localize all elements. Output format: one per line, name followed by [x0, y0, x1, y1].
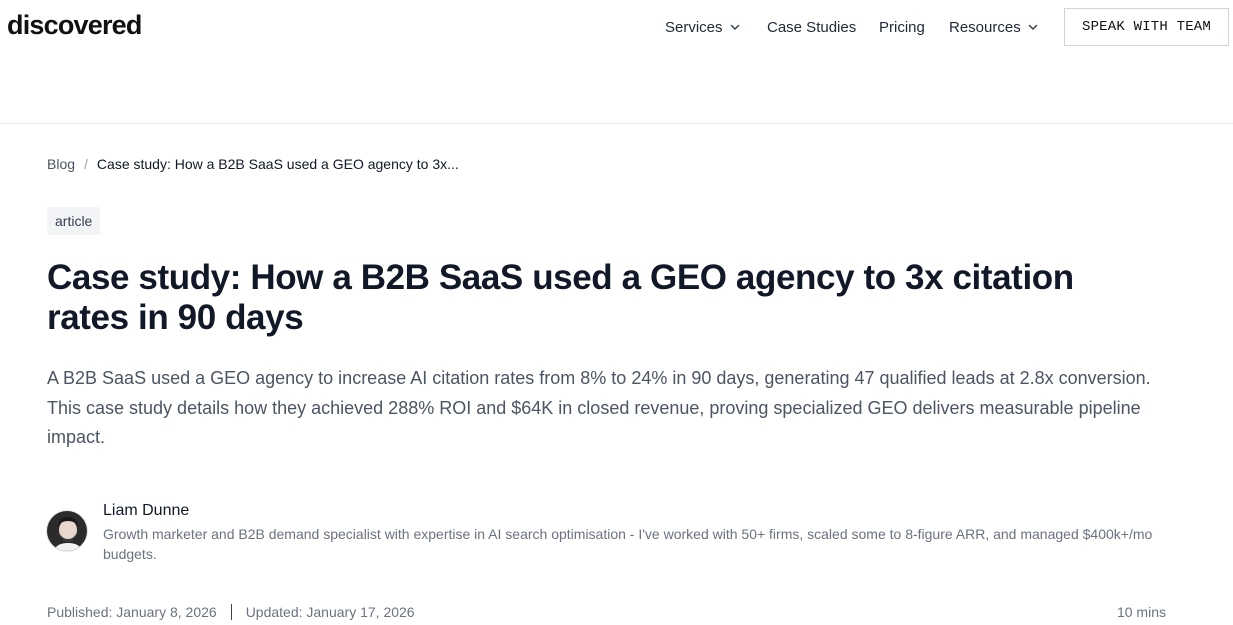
author-bio: Growth marketer and B2B demand specialis…	[103, 526, 1153, 562]
nav-case-studies[interactable]: Case Studies	[767, 18, 856, 36]
read-time: 10 mins	[1116, 604, 1166, 620]
nav-case-studies-label: Case Studies	[767, 18, 857, 36]
breadcrumb-current: Case study: How a B2B SaaS used a GEO ag…	[96, 156, 459, 172]
author-name: Liam Dunne	[103, 502, 190, 519]
breadcrumb-separator: /	[84, 156, 88, 172]
nav-pricing-label: Pricing	[879, 18, 925, 36]
page-title: Case study: How a B2B SaaS used a GEO ag…	[47, 258, 1074, 337]
nav-services[interactable]: Services	[665, 18, 741, 36]
person-icon	[47, 511, 87, 551]
article-dates: Published: January 8, 2026 Updated: Janu…	[47, 604, 415, 620]
breadcrumb-blog-link[interactable]: Blog	[47, 156, 75, 172]
meta-divider	[230, 604, 232, 620]
nav-resources-label: Resources	[949, 18, 1021, 36]
article-tag: article	[47, 207, 101, 235]
updated-date: Updated: January 17, 2026	[245, 604, 415, 620]
published-date: Published: January 8, 2026	[47, 604, 217, 620]
breadcrumb: Blog / Case study: How a B2B SaaS used a…	[47, 156, 459, 172]
nav-services-label: Services	[665, 18, 723, 36]
nav-pricing[interactable]: Pricing	[879, 18, 925, 36]
site-header: discovered Services Case Studies Pricing…	[0, 0, 1233, 124]
article-summary: A B2B SaaS used a GEO agency to increase…	[47, 368, 1151, 447]
speak-with-team-button[interactable]: SPEAK WITH TEAM	[1064, 8, 1229, 46]
chevron-down-icon	[1027, 21, 1039, 33]
author-avatar	[46, 510, 88, 552]
chevron-down-icon	[729, 21, 741, 33]
site-logo[interactable]: discovered	[7, 10, 142, 41]
nav-resources[interactable]: Resources	[949, 18, 1039, 36]
